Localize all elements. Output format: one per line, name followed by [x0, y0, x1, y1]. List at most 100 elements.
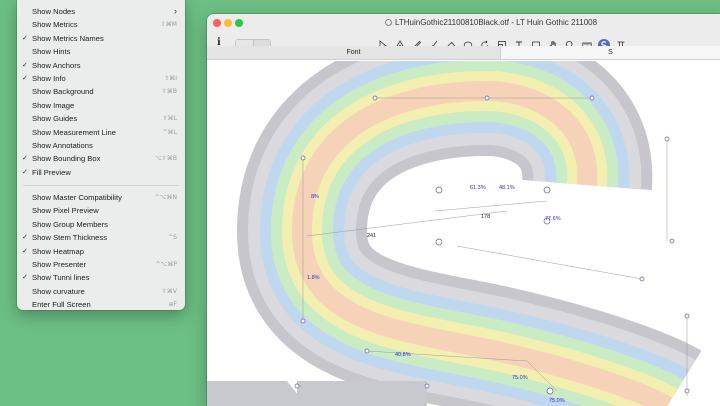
menu-item-label: Enter Full Screen	[32, 300, 91, 310]
menu-item-label: Show Presenter	[32, 260, 87, 270]
menu-separator	[23, 185, 179, 187]
window-title: LTHuinGothic21100810Black.otf - LT Huin …	[385, 18, 597, 27]
menu-item-label: Show Image	[32, 100, 75, 110]
menu-item-label: Show Metrics Names	[32, 33, 104, 43]
node[interactable]	[435, 186, 443, 194]
node[interactable]	[484, 95, 490, 101]
menu-item-show-info[interactable]: ✓ Show Info ⇧⌘I	[17, 72, 185, 85]
minimize-window-button[interactable]	[224, 19, 232, 27]
tunni-label: 40.8%	[395, 352, 411, 358]
stem-thickness-label: 241	[367, 233, 376, 239]
menu-item-label: Show curvature	[32, 286, 85, 296]
checkmark-icon: ✓	[22, 234, 28, 242]
close-window-button[interactable]	[213, 19, 221, 27]
handle[interactable]	[300, 155, 306, 161]
menu-item-label: Fill Preview	[32, 167, 71, 177]
menu-item-label: Show Background	[32, 87, 94, 97]
menu-item-label: Show Pixel Preview	[32, 206, 99, 216]
handle[interactable]	[664, 136, 670, 142]
window-title-text: LTHuinGothic21100810Black.otf - LT Huin …	[395, 18, 598, 27]
node[interactable]	[435, 238, 443, 246]
menu-item-label: Show Annotations	[32, 140, 93, 150]
tunni-label: 1.8%	[307, 275, 320, 281]
menu-item-label: Show Measurement Line	[32, 127, 116, 137]
menu-item-show-heatmap[interactable]: ✓ Show Heatmap	[17, 245, 185, 258]
menu-item-label: Show Tunni lines	[32, 273, 90, 283]
handle[interactable]	[589, 95, 595, 101]
menu-shortcut: ^⌘L	[162, 128, 177, 136]
edit-canvas[interactable]: 241 178 61.3% 48.1% 77.6% 8% 1.8% 40.8% …	[207, 61, 720, 406]
document-tabs: Font S	[207, 46, 720, 60]
menu-shortcut: ^S	[168, 234, 177, 242]
glyph-editor-view[interactable]: 241 178 61.3% 48.1% 77.6% 8% 1.8% 40.8% …	[207, 61, 720, 406]
handle[interactable]	[684, 388, 690, 394]
menu-item-show-master-compatibility[interactable]: Show Master Compatibility ^⌥⌘N	[17, 191, 185, 204]
checkmark-icon: ✓	[22, 155, 28, 163]
tunni-label: 48.1%	[499, 185, 515, 191]
menu-item-show-hints[interactable]: Show Hints	[17, 45, 185, 58]
view-menu: Show Nodes › Show Metrics ⇧⌘M ✓ Show Metrics …	[17, 0, 185, 310]
menu-shortcut: ⇧⌘M	[160, 21, 177, 29]
menu-item-label: Show Hints	[32, 47, 71, 57]
menu-shortcut: ^⌥⌘P	[155, 261, 177, 269]
menu-item-show-measurement-line[interactable]: Show Measurement Line ^⌘L	[17, 126, 185, 139]
handle[interactable]	[364, 348, 370, 354]
tunni-label: 75.0%	[512, 375, 528, 381]
menu-item-show-tunni-lines[interactable]: ✓ Show Tunni lines	[17, 271, 185, 284]
menu-item-show-anchors[interactable]: ✓ Show Anchors	[17, 59, 185, 72]
menu-item-enter-full-screen[interactable]: Enter Full Screen ⊕F	[17, 298, 185, 311]
menu-item-label: Show Anchors	[32, 60, 81, 70]
menu-shortcut: ^⌥⌘N	[154, 194, 177, 202]
menu-item-show-background[interactable]: Show Background ⇧⌘B	[17, 85, 185, 98]
handle[interactable]	[669, 238, 675, 244]
menu-item-label: Show Heatmap	[32, 246, 84, 256]
menu-shortcut: ⊕F	[168, 301, 177, 309]
menu-item-label: Show Group Members	[32, 219, 108, 229]
node[interactable]	[543, 186, 551, 194]
handle[interactable]	[300, 318, 306, 324]
checkmark-icon: ✓	[22, 61, 28, 69]
menu-shortcut: ⇧⌘L	[162, 115, 177, 123]
menu-item-show-image[interactable]: Show Image	[17, 99, 185, 112]
tunni-label: 8%	[311, 194, 319, 200]
counter-thickness-label: 178	[481, 214, 490, 220]
zoom-window-button[interactable]	[235, 19, 243, 27]
glyphs-window: LTHuinGothic21100810Black.otf - LT Huin …	[207, 14, 720, 406]
menu-item-show-curvature[interactable]: Show curvature ⇧⌘V	[17, 285, 185, 298]
title-bar[interactable]: LTHuinGothic21100810Black.otf - LT Huin …	[207, 14, 720, 32]
menu-item-show-metrics-names[interactable]: ✓ Show Metrics Names	[17, 32, 185, 45]
document-icon	[385, 19, 392, 26]
checkmark-icon: ✓	[22, 74, 28, 82]
tunni-label: 77.6%	[545, 216, 561, 222]
menu-item-show-group-members[interactable]: Show Group Members	[17, 218, 185, 231]
menu-shortcut: ⇧⌘V	[161, 287, 177, 295]
menu-shortcut: ⇧⌘I	[164, 74, 177, 82]
handle[interactable]	[684, 313, 690, 319]
menu-item-show-metrics[interactable]: Show Metrics ⇧⌘M	[17, 18, 185, 31]
menu-item-show-annotations[interactable]: Show Annotations	[17, 139, 185, 152]
menu-item-show-presenter[interactable]: Show Presenter ^⌥⌘P	[17, 258, 185, 271]
menu-item-show-stem-thickness[interactable]: ✓ Show Stem Thickness ^S	[17, 231, 185, 244]
tab-font[interactable]: Font	[207, 46, 500, 59]
tunni-label: 61.3%	[470, 185, 486, 191]
handle[interactable]	[294, 383, 300, 389]
menu-item-fill-preview[interactable]: ✓ Fill Preview	[17, 166, 185, 179]
menu-item-show-guides[interactable]: Show Guides ⇧⌘L	[17, 112, 185, 125]
handle[interactable]	[639, 276, 645, 282]
menu-item-label: Show Guides	[32, 114, 78, 124]
tab-glyph-s[interactable]: S	[500, 46, 720, 59]
menu-item-show-pixel-preview[interactable]: Show Pixel Preview	[17, 204, 185, 217]
menu-item-show-nodes[interactable]: Show Nodes ›	[17, 5, 185, 18]
chevron-right-icon: ›	[174, 6, 177, 16]
tunni-label: 75.0%	[549, 398, 565, 404]
menu-item-label: Show Info	[32, 73, 66, 83]
handle[interactable]	[372, 95, 378, 101]
checkmark-icon: ✓	[22, 168, 28, 176]
menu-item-label: Show Stem Thickness	[32, 233, 107, 243]
menu-item-label: Show Bounding Box	[32, 154, 101, 164]
menu-item-show-bounding-box[interactable]: ✓ Show Bounding Box ⌥⇧⌘B	[17, 152, 185, 165]
handle[interactable]	[424, 383, 430, 389]
menu-item-label: Show Master Compatibility	[32, 193, 122, 203]
node[interactable]	[546, 387, 554, 395]
menu-shortcut: ⌥⇧⌘B	[154, 155, 177, 163]
